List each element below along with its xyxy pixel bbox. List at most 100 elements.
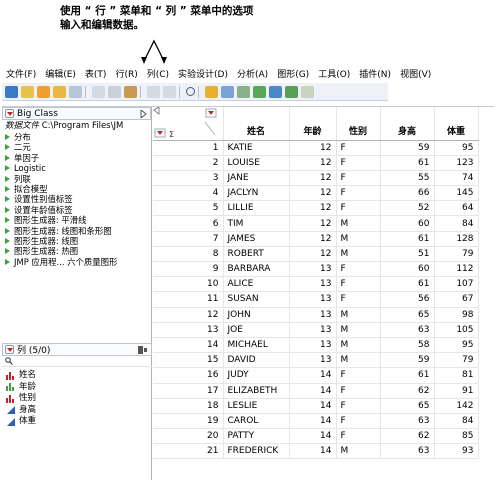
- paste-icon[interactable]: [124, 85, 137, 98]
- menu-item[interactable]: 实验设计(D): [178, 67, 228, 81]
- bar-chart-icon[interactable]: [253, 85, 266, 98]
- table-row[interactable]: 19 CAROL 14 F 63 84: [153, 413, 479, 430]
- table-cell[interactable]: 79: [434, 352, 479, 369]
- table-script-item[interactable]: 设置性别值标签: [2, 194, 151, 204]
- table-row[interactable]: 14 MICHAEL 13 M 58 95: [153, 337, 479, 354]
- table-cell[interactable]: 12: [289, 170, 337, 187]
- table-cell[interactable]: M: [336, 246, 381, 263]
- home-icon[interactable]: [163, 85, 176, 98]
- distribution-icon[interactable]: [221, 85, 234, 98]
- table-cell[interactable]: 95: [434, 337, 479, 354]
- copy-icon[interactable]: [108, 85, 121, 98]
- table-cell[interactable]: 61: [380, 367, 435, 384]
- table-cell[interactable]: 128: [434, 231, 479, 247]
- row-number[interactable]: 16: [153, 367, 224, 384]
- run-script-icon[interactable]: [5, 206, 10, 213]
- table-cell[interactable]: 14: [289, 367, 337, 384]
- table-cell[interactable]: 14: [289, 398, 337, 414]
- run-script-icon[interactable]: [5, 185, 10, 192]
- table-cell[interactable]: 12: [289, 215, 337, 232]
- table-cell[interactable]: 63: [380, 413, 435, 430]
- run-script-icon[interactable]: [5, 196, 10, 203]
- table-script-item[interactable]: 图形生成器: 线图和条形图: [2, 226, 151, 236]
- table-cell[interactable]: 52: [380, 200, 435, 217]
- column-list-item[interactable]: 姓名: [2, 370, 152, 382]
- table-script-item[interactable]: 图形生成器: 线图: [2, 236, 151, 246]
- row-number[interactable]: 14: [153, 337, 224, 354]
- table-script-item[interactable]: 设置年龄值标签: [2, 205, 151, 215]
- table-cell[interactable]: LOUISE: [223, 155, 290, 171]
- table-cell[interactable]: SUSAN: [223, 291, 290, 308]
- menu-item[interactable]: 表(T): [85, 67, 107, 81]
- table-row[interactable]: 1 KATIE 12 F 59 95: [153, 140, 479, 156]
- table-cell[interactable]: 63: [380, 443, 435, 460]
- collapse-arrow-icon[interactable]: [140, 109, 147, 118]
- table-cell[interactable]: MICHAEL: [223, 337, 290, 354]
- table-cell[interactable]: 107: [434, 276, 479, 293]
- column-list-item[interactable]: 性别: [2, 393, 152, 405]
- table-cell[interactable]: 123: [434, 155, 479, 171]
- row-number[interactable]: 8: [153, 246, 224, 263]
- column-header[interactable]: 性别: [336, 107, 381, 141]
- table-cell[interactable]: F: [336, 140, 381, 156]
- menu-item[interactable]: 文件(F): [6, 67, 36, 81]
- table-row[interactable]: 13 JOE 13 M 63 105: [153, 322, 479, 338]
- table-cell[interactable]: M: [336, 231, 381, 247]
- new-script-icon[interactable]: [37, 85, 50, 98]
- table-cell[interactable]: F: [336, 200, 381, 217]
- table-script-item[interactable]: Logistic: [2, 163, 151, 173]
- row-number[interactable]: 5: [153, 200, 224, 217]
- table-script-item[interactable]: JMP 应用程... 六个质量图形: [2, 257, 151, 267]
- menu-item[interactable]: 列(C): [147, 67, 169, 81]
- table-cell[interactable]: 60: [380, 215, 435, 232]
- table-cell[interactable]: 12: [289, 185, 337, 202]
- table-cell[interactable]: ALICE: [223, 276, 290, 293]
- columns-panel-header[interactable]: 列 (5/0): [2, 343, 152, 356]
- row-number[interactable]: 9: [153, 261, 224, 278]
- table-cell[interactable]: LILLIE: [223, 200, 290, 217]
- row-number[interactable]: 7: [153, 231, 224, 247]
- table-cell[interactable]: 13: [289, 261, 337, 278]
- row-number[interactable]: 1: [153, 140, 224, 156]
- table-cell[interactable]: M: [336, 307, 381, 323]
- table-grid-icon[interactable]: [237, 85, 250, 98]
- table-script-item[interactable]: 图形生成器: 平滑线: [2, 215, 151, 225]
- run-script-icon[interactable]: [5, 134, 10, 140]
- menu-item[interactable]: 插件(N): [359, 67, 391, 81]
- table-script-item[interactable]: 列联: [2, 174, 151, 184]
- save-icon[interactable]: [69, 85, 82, 98]
- table-cell[interactable]: 13: [289, 352, 337, 369]
- column-search[interactable]: [2, 356, 152, 367]
- red-triangle-menu-icon[interactable]: [5, 109, 14, 118]
- table-row[interactable]: 7 JAMES 12 M 61 128: [153, 231, 479, 247]
- table-cell[interactable]: 13: [289, 322, 337, 338]
- table-cell[interactable]: 91: [434, 383, 479, 399]
- table-cell[interactable]: 14: [289, 443, 337, 460]
- table-panel-header[interactable]: Big Class: [2, 107, 151, 120]
- table-row[interactable]: 15 DAVID 13 M 59 79: [153, 352, 479, 369]
- table-cell[interactable]: 58: [380, 337, 435, 354]
- table-cell[interactable]: 81: [434, 367, 479, 384]
- table-cell[interactable]: 79: [434, 246, 479, 263]
- table-row[interactable]: 8 ROBERT 12 M 51 79: [153, 246, 479, 263]
- pen-icon[interactable]: [301, 85, 314, 98]
- row-number[interactable]: 19: [153, 413, 224, 430]
- table-cell[interactable]: F: [336, 291, 381, 308]
- table-cell[interactable]: 74: [434, 170, 479, 187]
- table-cell[interactable]: F: [336, 170, 381, 187]
- table-cell[interactable]: TIM: [223, 215, 290, 232]
- table-cell[interactable]: 12: [289, 155, 337, 171]
- table-cell[interactable]: 66: [380, 185, 435, 202]
- table-cell[interactable]: 98: [434, 307, 479, 323]
- row-number[interactable]: 15: [153, 352, 224, 369]
- table-row[interactable]: 9 BARBARA 13 F 60 112: [153, 261, 479, 278]
- row-number[interactable]: 11: [153, 291, 224, 308]
- table-cell[interactable]: JANE: [223, 170, 290, 187]
- run-script-icon[interactable]: [5, 237, 10, 244]
- table-cell[interactable]: BARBARA: [223, 261, 290, 278]
- scatter-plot-icon[interactable]: [269, 85, 282, 98]
- column-header[interactable]: 姓名: [223, 107, 290, 141]
- log-icon[interactable]: [147, 85, 160, 98]
- table-cell[interactable]: 112: [434, 261, 479, 278]
- table-cell[interactable]: 67: [434, 291, 479, 308]
